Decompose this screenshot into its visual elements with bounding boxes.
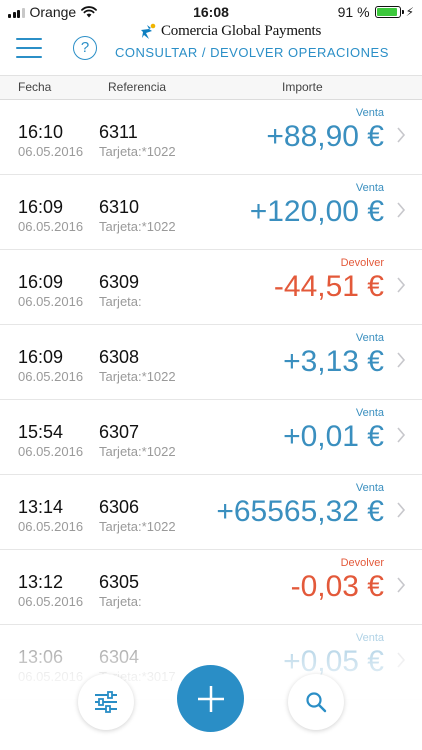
operation-type: Venta [355, 332, 384, 344]
operation-row[interactable]: 13:14 06.05.2016 6306 Tarjeta:*1022 Venta +65… [0, 475, 422, 550]
chevron-right-icon [397, 577, 406, 593]
operations-list: 16:10 06.05.2016 6311 Tarjeta:*1022 Venta +88… [0, 100, 422, 700]
operation-type: Venta [355, 107, 384, 119]
operation-card: Tarjeta: [99, 294, 142, 309]
filter-button[interactable] [78, 674, 134, 730]
operation-reference: 6305 [99, 572, 140, 592]
operation-date: 06.05.2016 [18, 369, 84, 384]
operation-type: Venta [355, 182, 384, 194]
chevron-right-icon [397, 277, 406, 293]
operation-amount: +88,90 € [266, 120, 384, 153]
operation-reference: 6308 [99, 347, 140, 367]
operation-amount: +120,00 € [249, 195, 384, 228]
operation-amount: -0,03 € [290, 570, 384, 603]
menu-button[interactable] [16, 38, 42, 58]
operation-time: 16:09 [18, 197, 64, 217]
operation-date: 06.05.2016 [18, 294, 84, 309]
operation-card: Tarjeta:*1022 [99, 144, 176, 159]
chevron-right-icon [397, 427, 406, 443]
operation-card: Tarjeta:*1022 [99, 519, 176, 534]
operation-type: Venta [355, 482, 384, 494]
operation-card: Tarjeta: [99, 594, 142, 609]
plus-icon [197, 685, 224, 712]
operation-date: 06.05.2016 [18, 144, 84, 159]
operation-row[interactable]: 13:12 06.05.2016 6305 Tarjeta: Devolver -0,03… [0, 550, 422, 625]
operation-amount: +65565,32 € [216, 495, 384, 528]
charging-icon: ⚡︎ [405, 5, 414, 19]
operation-time: 16:09 [18, 272, 64, 292]
operation-row[interactable]: 16:09 06.05.2016 6308 Tarjeta:*1022 Venta +3,… [0, 325, 422, 400]
chevron-right-icon [397, 202, 406, 218]
operation-reference: 6306 [99, 497, 140, 517]
operation-row[interactable]: 16:09 06.05.2016 6310 Tarjeta:*1022 Venta +12… [0, 175, 422, 250]
operation-date: 06.05.2016 [18, 594, 84, 609]
operation-card: Tarjeta:*1022 [99, 219, 176, 234]
sliders-icon [95, 691, 117, 713]
operation-time: 13:14 [18, 497, 64, 517]
operation-type: Devolver [340, 257, 384, 269]
brand-name: Comercia Global Payments [161, 22, 322, 39]
chevron-right-icon [397, 502, 406, 518]
add-operation-button[interactable] [177, 665, 244, 732]
operation-reference: 6307 [99, 422, 140, 442]
battery-icon [374, 6, 404, 18]
operation-date: 06.05.2016 [18, 444, 84, 459]
operation-row[interactable]: 16:09 06.05.2016 6309 Tarjeta: Devolver -44,5… [0, 250, 422, 325]
page-title: CONSULTAR / DEVOLVER OPERACIONES [115, 45, 389, 60]
help-button[interactable]: ? [73, 36, 97, 60]
operation-card: Tarjeta:*1022 [99, 444, 176, 459]
brand-logo: Comercia Global Payments [140, 22, 321, 40]
operation-type: Devolver [340, 557, 384, 569]
column-referencia: Referencia [108, 80, 167, 94]
status-bar: Orange 16:08 91 % ⚡︎ [0, 0, 422, 24]
battery-info: 91 % ⚡︎ [338, 4, 414, 20]
operation-time: 13:12 [18, 572, 64, 592]
operation-time: 16:10 [18, 122, 64, 142]
operation-time: 16:09 [18, 347, 64, 367]
operation-reference: 6311 [99, 122, 138, 142]
operation-reference: 6309 [99, 272, 140, 292]
app-header: ? Comercia Global Payments CONSULTAR / D… [0, 22, 422, 76]
operation-time: 15:54 [18, 422, 64, 442]
star-logo-icon [141, 23, 156, 39]
operation-date: 06.05.2016 [18, 519, 84, 534]
column-fecha: Fecha [18, 80, 52, 94]
operation-amount: +3,13 € [283, 345, 384, 378]
search-icon [306, 692, 327, 713]
chevron-right-icon [397, 352, 406, 368]
operation-amount: -44,51 € [273, 270, 384, 303]
operation-row[interactable]: 16:10 06.05.2016 6311 Tarjeta:*1022 Venta +88… [0, 100, 422, 175]
column-header: Fecha Referencia Importe [0, 76, 422, 100]
search-button[interactable] [288, 674, 344, 730]
operation-reference: 6310 [99, 197, 140, 217]
column-importe: Importe [282, 80, 323, 94]
operation-row[interactable]: 15:54 06.05.2016 6307 Tarjeta:*1022 Venta +0,… [0, 400, 422, 475]
operation-type: Venta [355, 407, 384, 419]
battery-percent: 91 % [337, 4, 370, 20]
operation-card: Tarjeta:*1022 [99, 369, 176, 384]
operation-amount: +0,01 € [283, 420, 384, 453]
operation-date: 06.05.2016 [18, 219, 84, 234]
chevron-right-icon [397, 127, 406, 143]
